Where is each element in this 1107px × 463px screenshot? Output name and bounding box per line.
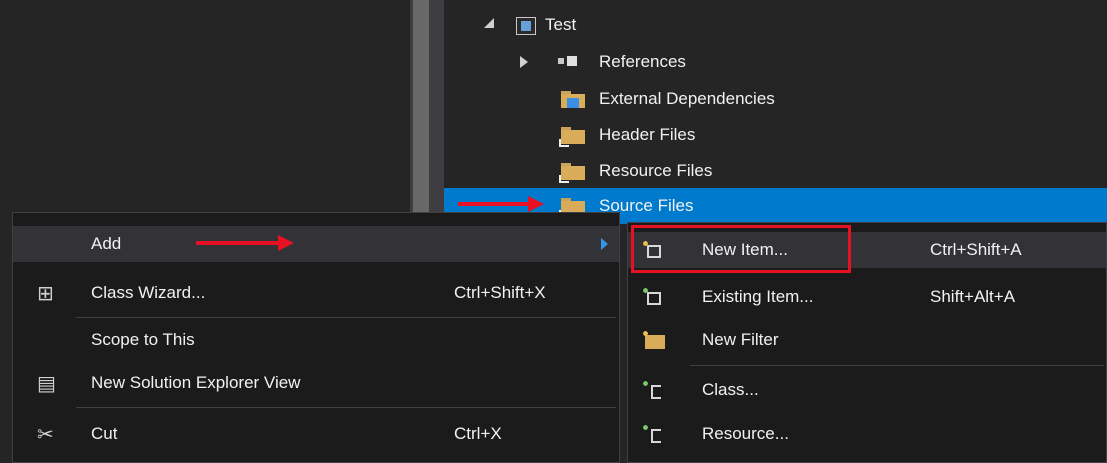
collapse-arrow-icon[interactable] [484, 18, 494, 28]
menu-item-cut[interactable]: ✂ Cut Ctrl+X [13, 416, 619, 452]
project-icon [516, 17, 536, 35]
tree-item-project[interactable]: Test [444, 7, 1107, 43]
menu-separator [76, 407, 616, 408]
expand-arrow-icon[interactable] [520, 56, 528, 68]
class-wizard-icon: ⊞ [37, 281, 54, 305]
tree-item-label: External Dependencies [599, 89, 775, 108]
submenu-arrow-icon [601, 238, 608, 250]
annotation-arrow-icon [278, 235, 294, 251]
tree-item-resource-files[interactable]: Resource Files [444, 153, 1107, 189]
submenu-item-existing-item[interactable]: Existing Item... Shift+Alt+A [628, 279, 1106, 315]
existing-item-icon [641, 286, 667, 308]
menu-item-label: Class Wizard... [91, 283, 206, 302]
submenu-item-class[interactable]: Class... [628, 372, 1106, 408]
submenu-item-shortcut: Ctrl+Shift+A [930, 240, 1022, 259]
scissors-icon: ✂ [37, 422, 54, 446]
tree-item-label: References [599, 52, 686, 71]
new-filter-icon [641, 329, 667, 351]
menu-separator [690, 365, 1104, 366]
annotation-highlight-box [631, 225, 851, 273]
menu-item-label: Cut [91, 424, 118, 443]
menu-item-new-solution-explorer-view[interactable]: ▤ New Solution Explorer View [13, 365, 619, 401]
menu-item-shortcut: Ctrl+Shift+X [454, 283, 546, 302]
menu-item-shortcut: Ctrl+X [454, 424, 502, 443]
submenu-item-label: Existing Item... [702, 287, 814, 306]
submenu-item-shortcut: Shift+Alt+A [930, 287, 1016, 306]
menu-item-add[interactable]: Add [13, 226, 619, 262]
menu-separator [76, 317, 616, 318]
submenu-item-label: New Filter [702, 330, 779, 349]
tree-item-external-dependencies[interactable]: External Dependencies [444, 81, 1107, 117]
submenu-item-label: Class... [702, 380, 759, 399]
annotation-arrow-shaft [458, 202, 528, 206]
annotation-arrow-icon [528, 196, 544, 212]
add-resource-icon [641, 423, 667, 445]
tree-item-label: Resource Files [599, 161, 713, 180]
external-dependencies-icon [561, 91, 585, 109]
tree-item-references[interactable]: References [444, 44, 1107, 80]
tree-item-label: Header Files [599, 125, 696, 144]
menu-item-label: Scope to This [91, 330, 195, 349]
scrollbar-thumb[interactable] [413, 0, 429, 212]
menu-item-label: New Solution Explorer View [91, 373, 301, 392]
add-class-icon [641, 379, 667, 401]
menu-item-label: Add [91, 234, 122, 253]
references-icon [558, 54, 580, 68]
menu-item-class-wizard[interactable]: ⊞ Class Wizard... Ctrl+Shift+X [13, 275, 619, 311]
annotation-arrow-shaft [196, 241, 278, 245]
filter-folder-icon [559, 127, 585, 147]
tree-item-header-files[interactable]: Header Files [444, 117, 1107, 153]
submenu-item-label: Resource... [702, 424, 789, 443]
submenu-item-new-filter[interactable]: New Filter [628, 322, 1106, 358]
new-view-icon: ▤ [37, 371, 56, 395]
menu-item-scope-to-this[interactable]: Scope to This [13, 322, 619, 358]
filter-folder-icon [559, 163, 585, 183]
submenu-item-resource[interactable]: Resource... [628, 416, 1106, 452]
tree-item-label: Test [545, 15, 577, 34]
